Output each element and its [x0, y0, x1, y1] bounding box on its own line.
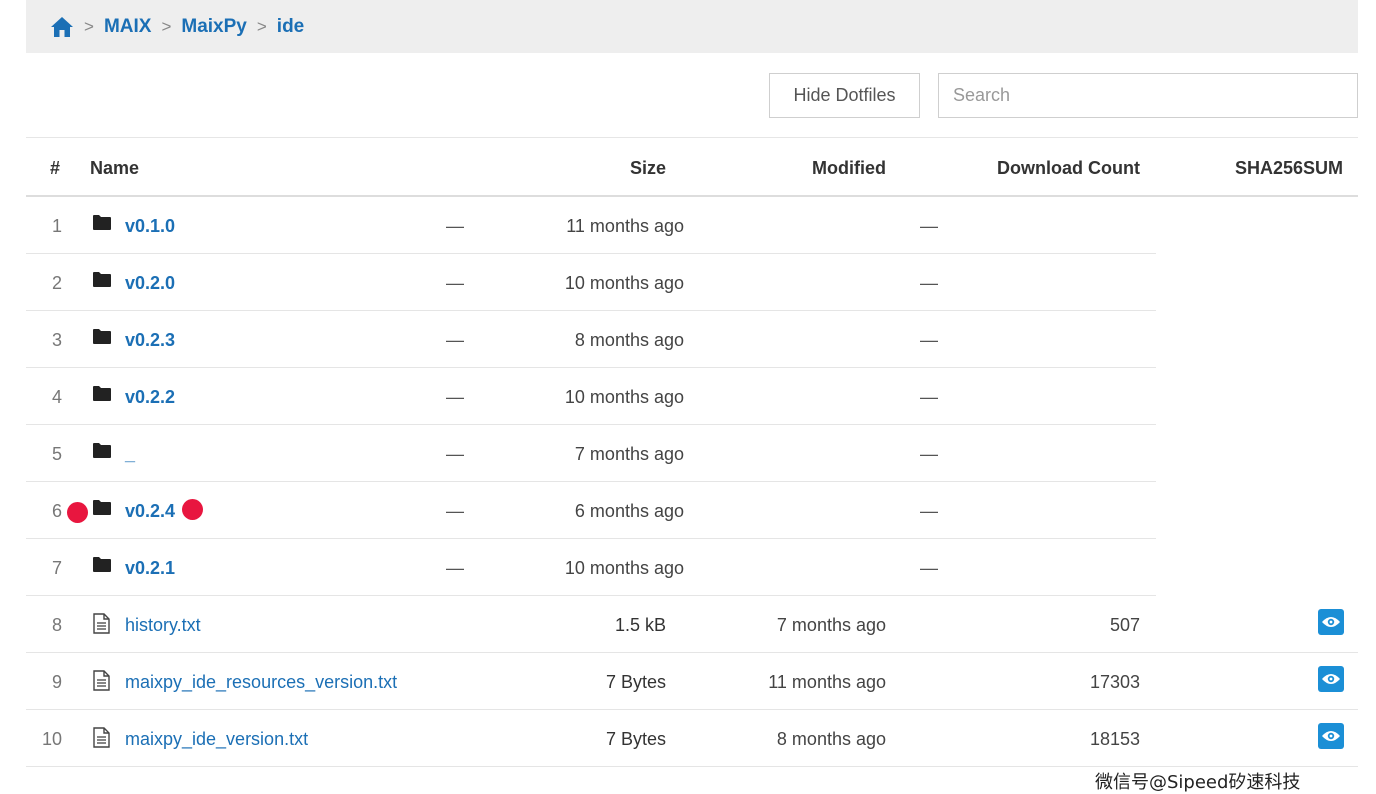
toolbar: Hide Dotfiles [0, 73, 1376, 119]
folder-icon [92, 442, 112, 462]
file-link[interactable]: history.txt [125, 615, 201, 636]
folder-link[interactable]: v0.2.1 [125, 558, 175, 579]
table-row[interactable]: 6 v0.2.4 — 6 months ago — [26, 482, 1156, 539]
column-header-num[interactable]: # [50, 158, 60, 179]
folder-icon [92, 214, 112, 234]
folder-link[interactable]: v0.2.2 [125, 387, 175, 408]
home-icon[interactable] [50, 16, 74, 38]
download-count-cell: — [920, 387, 938, 407]
size-cell: — [446, 387, 464, 407]
size-cell: — [446, 444, 464, 464]
table-row[interactable]: 1 v0.1.0 — 11 months ago — [26, 197, 1156, 254]
folder-icon [92, 271, 112, 291]
modified-cell: 11 months ago [566, 216, 684, 236]
modified-cell: 7 months ago [776, 615, 886, 635]
size-cell: — [446, 216, 464, 236]
download-count-cell: — [920, 330, 938, 350]
file-table: # Name Size Modified Download Count SHA2… [26, 137, 1358, 767]
folder-link[interactable]: _ [125, 444, 135, 465]
size-cell: 1.5 kB [614, 615, 666, 635]
file-icon [92, 670, 112, 691]
download-count-cell: 18153 [1089, 729, 1140, 749]
modified-cell: 8 months ago [574, 330, 684, 350]
row-number: 2 [51, 273, 62, 293]
column-header-size[interactable]: Size [630, 158, 666, 179]
table-row[interactable]: 4 v0.2.2 — 10 months ago — [26, 368, 1156, 425]
search-input[interactable] [938, 73, 1358, 118]
download-count-cell: — [920, 501, 938, 521]
table-row[interactable]: 9 maixpy_ide_resources_version.txt 7 Bytes… [26, 653, 1358, 710]
download-count-cell: 17303 [1089, 672, 1140, 692]
eye-icon[interactable] [1318, 609, 1344, 635]
breadcrumb-item-maixpy[interactable]: MaixPy [181, 16, 246, 38]
column-header-sha256sum[interactable]: SHA256SUM [1235, 158, 1343, 179]
modified-cell: 11 months ago [768, 672, 886, 692]
file-link[interactable]: maixpy_ide_version.txt [125, 729, 308, 750]
hide-dotfiles-button[interactable]: Hide Dotfiles [769, 73, 920, 118]
table-row[interactable]: 2 v0.2.0 — 10 months ago — [26, 254, 1156, 311]
modified-cell: 7 months ago [574, 444, 684, 464]
download-count-cell: 507 [1109, 615, 1140, 635]
eye-icon[interactable] [1318, 723, 1344, 749]
row-number: 3 [51, 330, 62, 350]
table-row[interactable]: 5 _ — 7 months ago — [26, 425, 1156, 482]
folder-link[interactable]: v0.2.3 [125, 330, 175, 351]
size-cell: — [446, 330, 464, 350]
column-header-modified[interactable]: Modified [812, 158, 886, 179]
folder-icon [92, 385, 112, 405]
row-number: 4 [51, 387, 62, 407]
table-row[interactable]: 8 history.txt 1.5 kB 7 months ago 507 [26, 596, 1358, 653]
row-number: 1 [51, 216, 62, 236]
modified-cell: 8 months ago [776, 729, 886, 749]
chevron-right-icon: > [84, 16, 94, 36]
size-cell: — [446, 558, 464, 578]
breadcrumb-item-maix[interactable]: MAIX [104, 16, 152, 38]
table-row[interactable]: 3 v0.2.3 — 8 months ago — [26, 311, 1156, 368]
modified-cell: 10 months ago [564, 387, 684, 407]
row-number: 6 [51, 501, 62, 521]
chevron-right-icon: > [256, 16, 267, 36]
modified-cell: 6 months ago [574, 501, 684, 521]
folder-link[interactable]: v0.1.0 [125, 216, 175, 237]
file-link[interactable]: maixpy_ide_resources_version.txt [125, 672, 397, 693]
annotation-marker [67, 502, 88, 523]
row-number: 7 [51, 558, 62, 578]
row-number: 10 [41, 729, 62, 749]
eye-icon[interactable] [1318, 666, 1344, 692]
folder-link[interactable]: v0.2.0 [125, 273, 175, 294]
folder-link[interactable]: v0.2.4 [125, 501, 175, 522]
table-row[interactable]: 10 maixpy_ide_version.txt 7 Bytes 8 months … [26, 710, 1358, 767]
breadcrumb: > MAIX > MaixPy > ide [26, 0, 1358, 53]
size-cell: — [446, 273, 464, 293]
download-count-cell: — [920, 444, 938, 464]
download-count-cell: — [920, 273, 938, 293]
row-number: 8 [51, 615, 62, 635]
breadcrumb-item-ide[interactable]: ide [277, 16, 304, 38]
size-cell: — [446, 501, 464, 521]
column-header-name[interactable]: Name [90, 158, 139, 179]
file-icon [92, 613, 112, 634]
folder-icon [92, 499, 112, 519]
download-count-cell: — [920, 558, 938, 578]
annotation-marker [182, 499, 203, 520]
row-number: 5 [51, 444, 62, 464]
column-header-download-count[interactable]: Download Count [997, 158, 1140, 179]
folder-icon [92, 328, 112, 348]
folder-icon [92, 556, 112, 576]
table-body: 1 v0.1.0 — 11 months ago — 2 v0.2.0 — 10 months … [26, 197, 1358, 767]
download-count-cell: — [920, 216, 938, 236]
watermark: 微信号@Sipeed矽速科技 [1095, 772, 1301, 793]
modified-cell: 10 months ago [564, 558, 684, 578]
chevron-right-icon: > [161, 16, 172, 36]
modified-cell: 10 months ago [564, 273, 684, 293]
table-row[interactable]: 7 v0.2.1 — 10 months ago — [26, 539, 1156, 596]
size-cell: 7 Bytes [605, 672, 666, 692]
file-icon [92, 727, 112, 748]
table-header: # Name Size Modified Download Count SHA2… [26, 137, 1358, 197]
size-cell: 7 Bytes [605, 729, 666, 749]
row-number: 9 [51, 672, 62, 692]
